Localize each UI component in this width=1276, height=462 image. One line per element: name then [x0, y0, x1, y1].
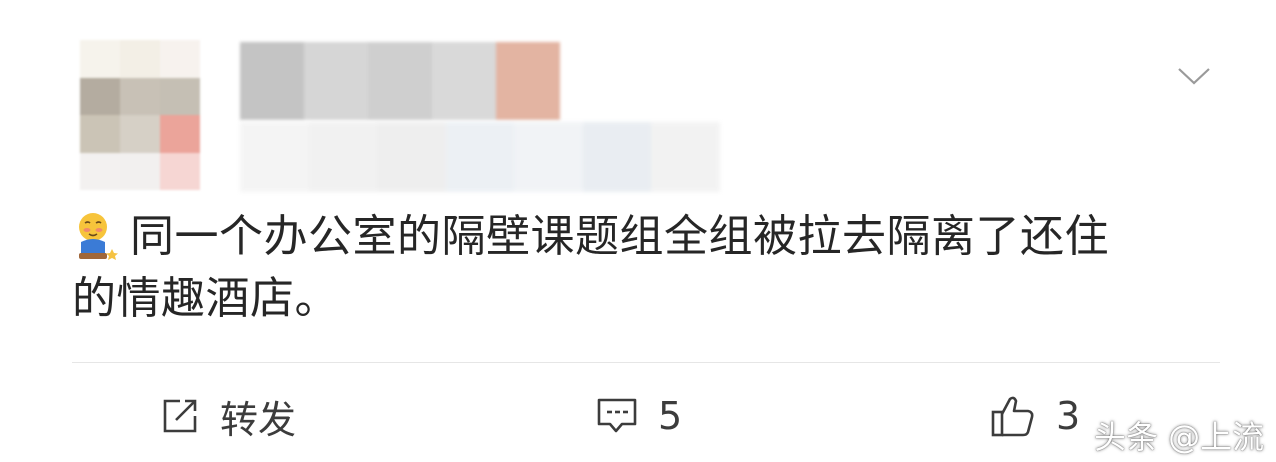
comment-icon: [597, 398, 637, 433]
watermark: 头条 @上流: [1094, 418, 1265, 456]
repost-button[interactable]: 转发: [160, 388, 296, 444]
like-button[interactable]: 3: [990, 388, 1080, 444]
chevron-down-icon[interactable]: [1176, 64, 1212, 88]
post-text-line2: 的情趣酒店。: [72, 273, 339, 324]
post-text: 同一个办公室的隔壁课题组全组被拉去隔离了还住 的情趣酒店。: [72, 206, 1222, 330]
comment-button[interactable]: 5: [596, 388, 682, 444]
repost-label: 转发: [220, 397, 297, 442]
like-count: 3: [1056, 394, 1081, 438]
post-text-line1: 同一个办公室的隔壁课题组全组被拉去隔离了还住: [130, 211, 1109, 262]
repost-icon: [163, 399, 197, 433]
shy-face-emoji: [79, 213, 118, 260]
comment-count: 5: [658, 394, 683, 438]
username[interactable]: [240, 42, 560, 120]
divider: [72, 362, 1220, 363]
thumbs-up-icon: [991, 396, 1034, 437]
post-meta: [240, 122, 721, 192]
avatar[interactable]: [80, 40, 200, 190]
